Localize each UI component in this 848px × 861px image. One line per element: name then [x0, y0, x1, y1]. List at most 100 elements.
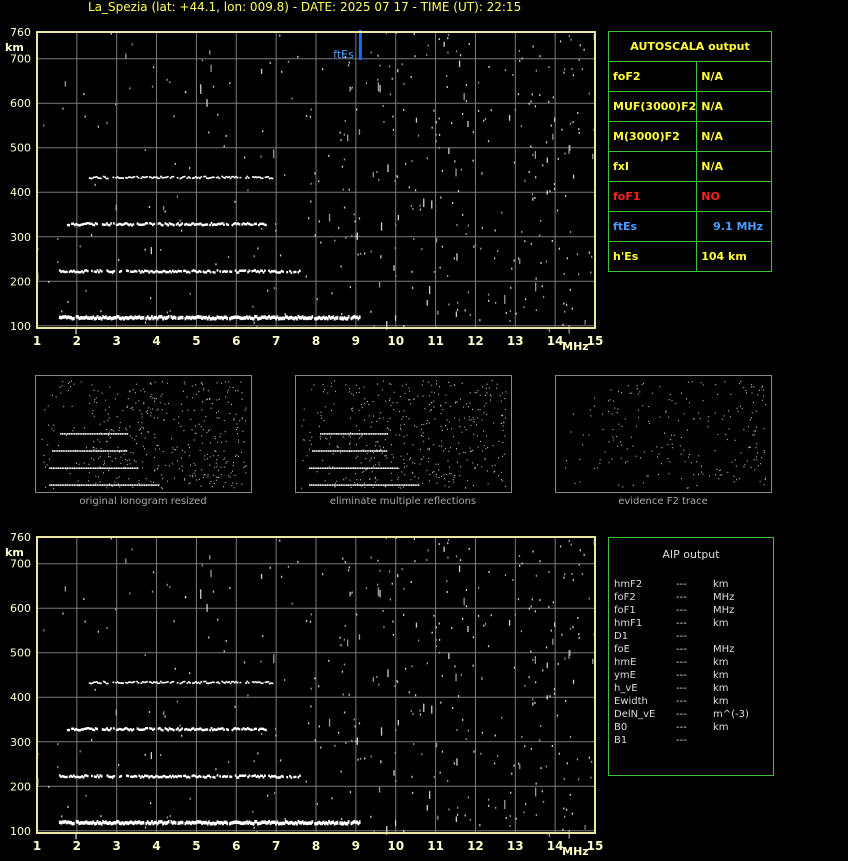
x-tick-label: 12 [467, 334, 484, 348]
x-tick-label: 8 [312, 334, 320, 348]
x-tick-label: 14 [547, 334, 564, 348]
row-value: N/A [696, 121, 772, 152]
aip-label: ymE [614, 670, 636, 681]
table-row: foF1 NO [607, 181, 772, 212]
aip-label: h_vE [614, 683, 638, 694]
aip-unit: km [713, 670, 729, 681]
noise-points [37, 32, 596, 335]
aip-label: D1 [614, 631, 629, 642]
x-tick-label: 9 [352, 839, 360, 853]
row-label: foF2 [607, 61, 698, 92]
x-tick-label: 11 [427, 839, 444, 853]
aip-unit: km [713, 657, 729, 668]
trace-3es [66, 727, 267, 732]
trace-es [58, 314, 361, 321]
x-tick-label: 13 [507, 839, 524, 853]
autoscala-title: AUTOSCALA output [608, 31, 772, 62]
x-tick-label: 1 [33, 334, 41, 348]
aip-row: foF2 --- MHz [614, 591, 764, 604]
x-tick-label: 10 [387, 839, 404, 853]
aip-row: ymE --- km [614, 669, 764, 682]
thumbnail-eliminate [295, 375, 512, 493]
aip-label: DelN_vE [614, 709, 656, 720]
x-tick-label: 3 [113, 334, 121, 348]
y-axis-label: km [5, 546, 24, 559]
aip-unit: km [713, 579, 729, 590]
row-value: N/A [696, 61, 772, 92]
aip-value: --- [676, 592, 687, 603]
aip-row: hmE --- km [614, 656, 764, 669]
trace-es [58, 819, 361, 826]
x-tick-label: 11 [427, 334, 444, 348]
y-tick-label: 300 [10, 231, 31, 244]
table-row: foF2 N/A [607, 61, 772, 92]
autoscala-table: AUTOSCALA output foF2 N/A MUF(3000)F2 N/… [607, 31, 772, 272]
aip-unit: km [713, 618, 729, 629]
x-tick-label: 3 [113, 839, 121, 853]
y-tick-label: 760 [10, 26, 31, 39]
y-tick-label: 200 [10, 275, 31, 288]
aip-value: --- [676, 631, 687, 642]
thumbnail-caption: evidence F2 trace [618, 496, 708, 507]
x-tick-label: 7 [272, 334, 280, 348]
aip-label: foE [614, 644, 630, 655]
aip-row: hmF1 --- km [614, 617, 764, 630]
page-title: La_Spezia (lat: +44.1, lon: 009.8) - DAT… [88, 0, 522, 14]
y-axis-label: km [5, 41, 24, 54]
aip-row: B1 --- [614, 734, 764, 747]
y-tick-label: 100 [10, 320, 31, 333]
thumbnail-original [35, 375, 252, 493]
table-row: MUF(3000)F2 N/A [607, 91, 772, 122]
aip-value: --- [676, 696, 687, 707]
row-label: ftEs [607, 211, 698, 242]
aip-unit: km [713, 683, 729, 694]
x-tick-label: 5 [192, 334, 200, 348]
x-tick-label: 8 [312, 839, 320, 853]
table-row: M(3000)F2 N/A [607, 121, 772, 152]
aip-label: B0 [614, 722, 628, 733]
aip-label: hmF1 [614, 618, 643, 629]
row-label: foF1 [607, 181, 698, 212]
x-tick-label: 7 [272, 839, 280, 853]
y-tick-label: 500 [10, 647, 31, 660]
y-tick-label: 400 [10, 691, 31, 704]
row-label: MUF(3000)F2 [607, 91, 698, 122]
x-tick-label: 4 [152, 839, 160, 853]
table-row: h'Es 104 km [607, 241, 772, 272]
aip-value: --- [676, 644, 687, 655]
aip-unit: km [713, 722, 729, 733]
x-tick-label: 13 [507, 334, 524, 348]
table-row: ftEs 9.1 MHz [607, 211, 772, 242]
x-tick-label: 10 [387, 334, 404, 348]
x-tick-label: 15 [587, 334, 604, 348]
x-tick-label: 6 [232, 334, 240, 348]
ftes-marker-label: ftEs [333, 48, 354, 61]
y-tick-label: 400 [10, 186, 31, 199]
aip-unit: m^(-3) [713, 709, 749, 720]
x-tick-label: 12 [467, 839, 484, 853]
y-tick-label: 700 [10, 558, 31, 571]
aip-value: --- [676, 709, 687, 720]
row-label: h'Es [607, 241, 698, 272]
aip-value: --- [676, 722, 687, 733]
aip-value: --- [676, 618, 687, 629]
aip-label: hmE [614, 657, 637, 668]
row-value: 104 km [696, 241, 772, 272]
aip-value: --- [676, 683, 687, 694]
row-label: fxI [607, 151, 698, 182]
row-label: M(3000)F2 [607, 121, 698, 152]
row-value: N/A [696, 91, 772, 122]
row-value: NO [696, 181, 772, 212]
aip-unit: MHz [713, 592, 735, 603]
row-value: 9.1 MHz [696, 211, 772, 242]
aip-rows: hmF2 --- km foF2 --- MHz foF1 --- MHz hmF1 --- km D1… [614, 578, 764, 747]
x-tick-label: 15 [587, 839, 604, 853]
x-axis-label: MHz [562, 340, 589, 353]
aip-unit: km [713, 696, 729, 707]
thumbnail-evidence [555, 375, 772, 493]
aip-label: Ewidth [614, 696, 648, 707]
aip-unit: MHz [713, 605, 735, 616]
y-tick-label: 200 [10, 780, 31, 793]
aip-panel: AIP output hmF2 --- km foF2 --- MHz foF1 --- MHz… [608, 537, 774, 776]
noise-points [37, 537, 596, 840]
